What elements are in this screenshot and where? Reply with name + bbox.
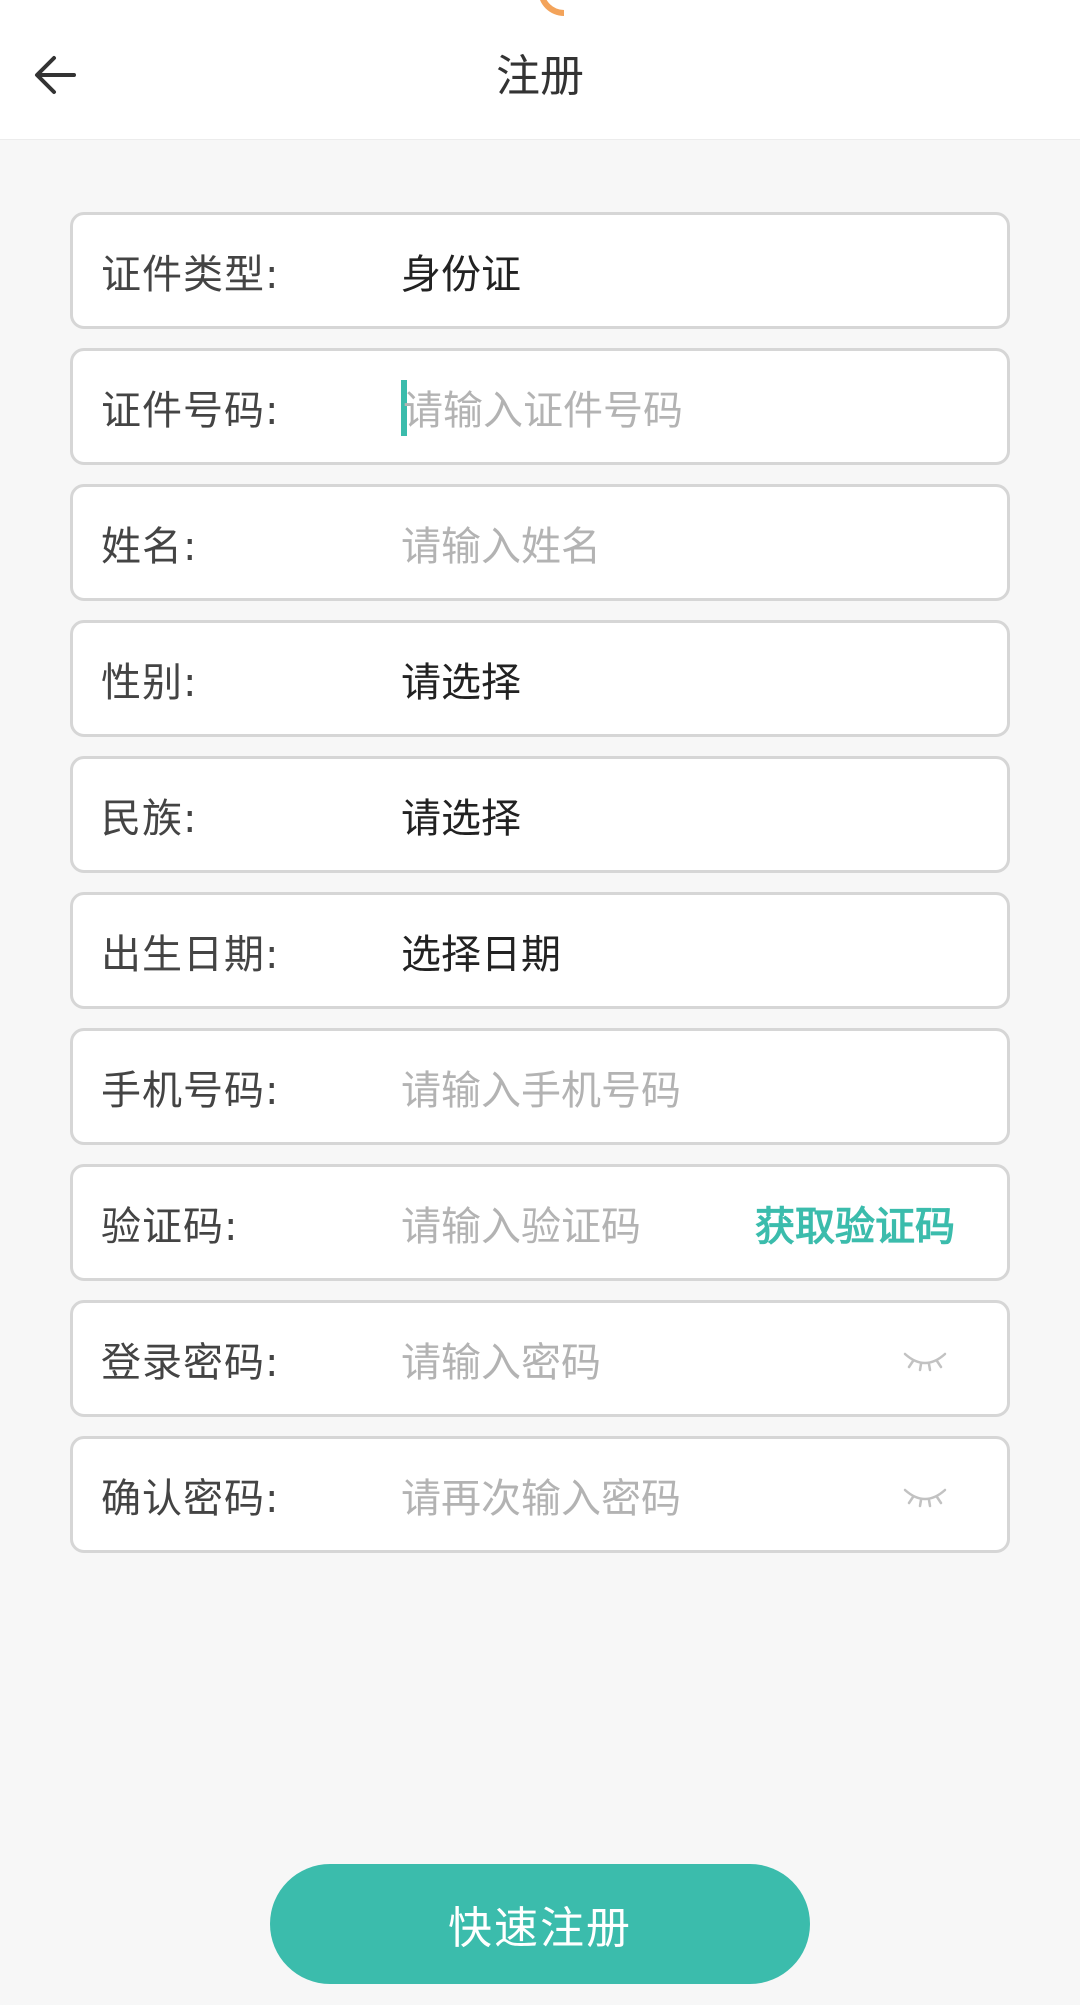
- eye-closed-icon[interactable]: [901, 1340, 949, 1380]
- get-verify-code-button[interactable]: 获取验证码: [755, 1167, 955, 1278]
- id-number-input[interactable]: 请输入证件号码: [403, 351, 683, 462]
- quick-register-button[interactable]: 快速注册: [270, 1864, 810, 1984]
- birth-date-value: 选择日期: [401, 931, 561, 978]
- password-input[interactable]: 请输入密码: [401, 1303, 601, 1414]
- name-input[interactable]: 请输入姓名: [401, 487, 601, 598]
- decorative-mark: [538, 0, 564, 16]
- id-type-value: 身份证: [401, 251, 521, 298]
- ethnicity-label: 民族:: [101, 795, 198, 842]
- ethnicity-select[interactable]: 民族: 请选择: [70, 756, 1010, 873]
- password-label: 登录密码:: [101, 1339, 280, 1386]
- eye-closed-icon[interactable]: [901, 1476, 949, 1516]
- phone-label: 手机号码:: [101, 1067, 280, 1114]
- phone-field[interactable]: 手机号码: 请输入手机号码: [70, 1028, 1010, 1145]
- register-screen: 注册 证件类型: 身份证 证件号码: 请输入证件号码 姓名: 请输入姓名 性别:…: [0, 0, 1080, 2005]
- id-number-field[interactable]: 证件号码: 请输入证件号码: [70, 348, 1010, 465]
- confirm-password-label: 确认密码:: [101, 1475, 280, 1522]
- gender-select[interactable]: 性别: 请选择: [70, 620, 1010, 737]
- gender-label: 性别:: [101, 659, 198, 706]
- confirm-password-input[interactable]: 请再次输入密码: [401, 1439, 681, 1550]
- gender-value: 请选择: [401, 659, 521, 706]
- confirm-password-field[interactable]: 确认密码: 请再次输入密码: [70, 1436, 1010, 1553]
- birth-date-label: 出生日期:: [101, 931, 280, 978]
- name-field[interactable]: 姓名: 请输入姓名: [70, 484, 1010, 601]
- verify-code-field[interactable]: 验证码: 请输入验证码 获取验证码: [70, 1164, 1010, 1281]
- phone-input[interactable]: 请输入手机号码: [401, 1031, 681, 1142]
- verify-code-input[interactable]: 请输入验证码: [401, 1167, 641, 1278]
- id-type-select[interactable]: 证件类型: 身份证: [70, 212, 1010, 329]
- register-form: 证件类型: 身份证 证件号码: 请输入证件号码 姓名: 请输入姓名 性别: 请选…: [70, 212, 1010, 1572]
- header: 注册: [0, 0, 1080, 140]
- id-type-label: 证件类型:: [101, 251, 280, 298]
- id-number-label: 证件号码:: [101, 387, 280, 434]
- verify-code-label: 验证码:: [101, 1203, 239, 1250]
- page-title: 注册: [496, 51, 584, 102]
- password-field[interactable]: 登录密码: 请输入密码: [70, 1300, 1010, 1417]
- name-label: 姓名:: [101, 523, 198, 570]
- ethnicity-value: 请选择: [401, 795, 521, 842]
- birth-date-picker[interactable]: 出生日期: 选择日期: [70, 892, 1010, 1009]
